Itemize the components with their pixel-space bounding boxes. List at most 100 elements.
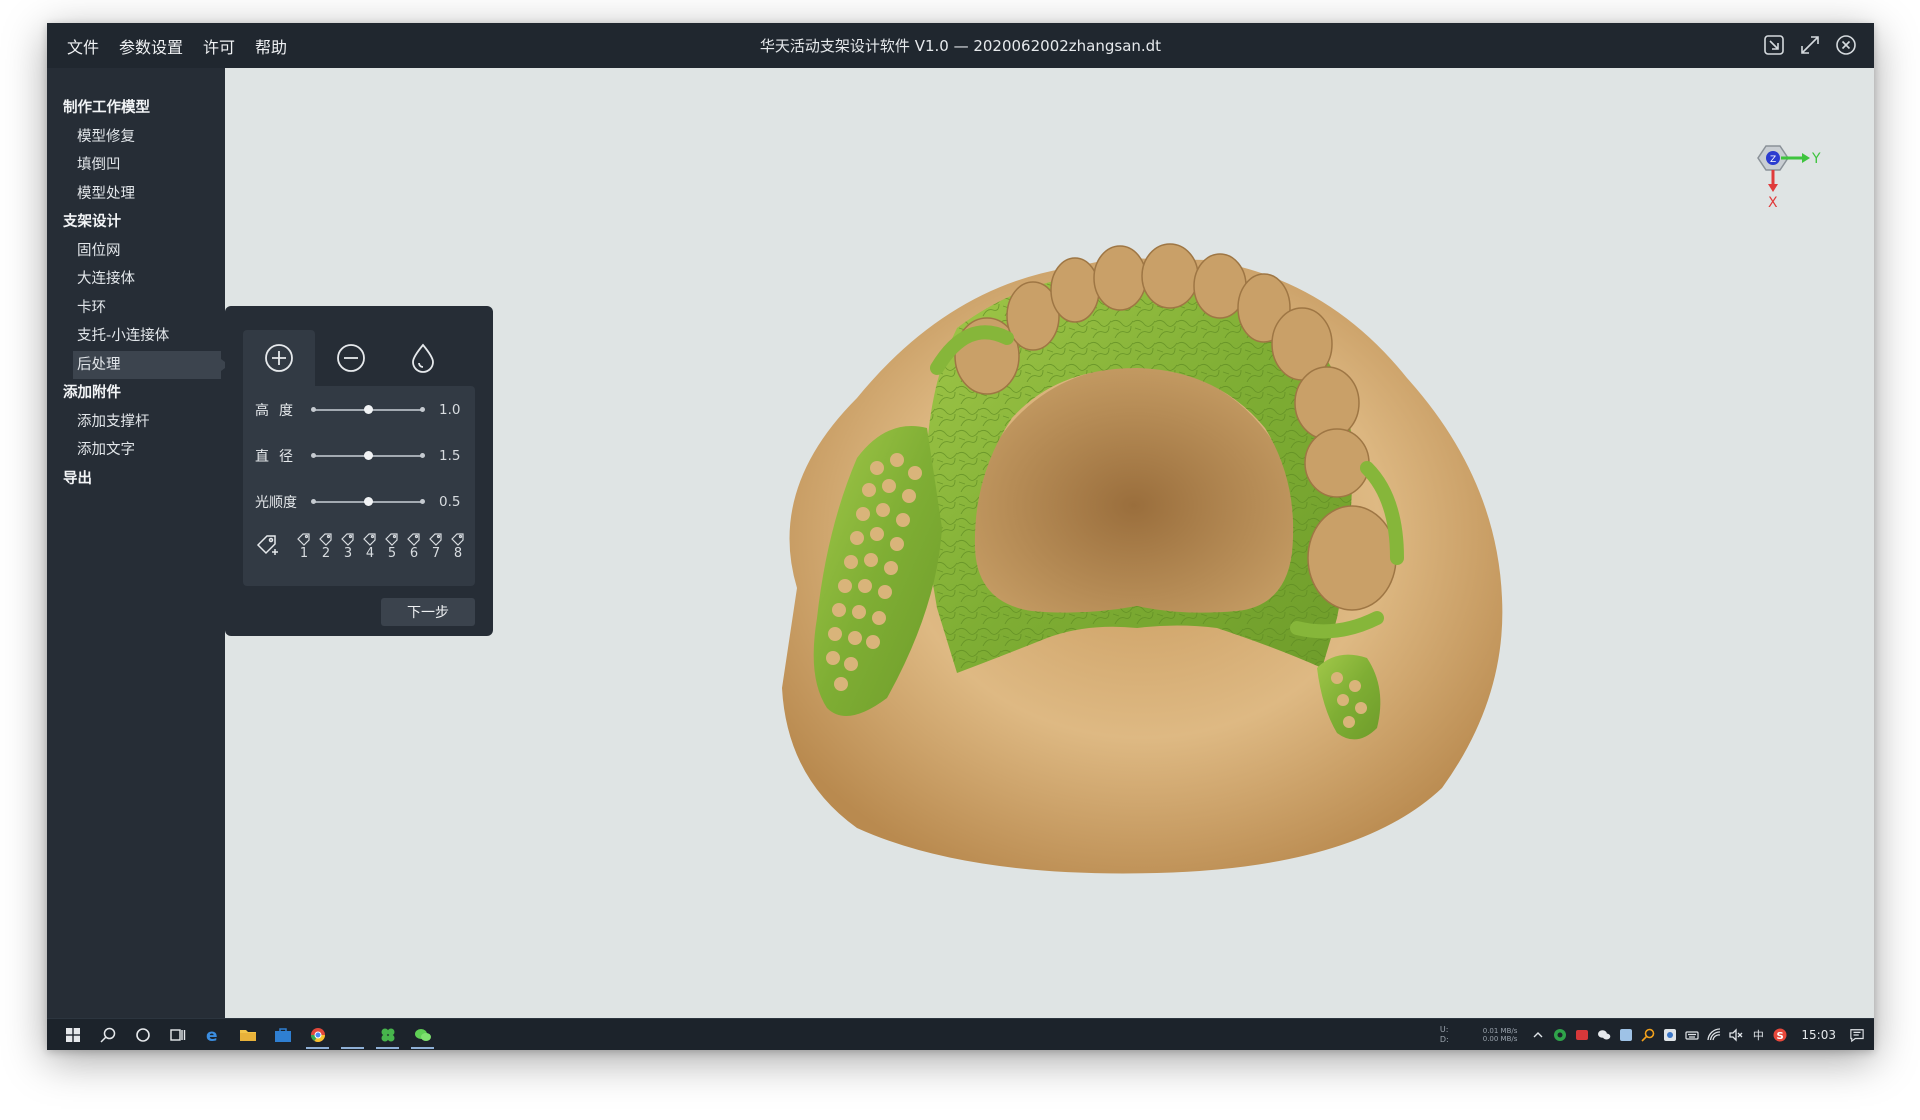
post-processing-panel: 高度 1.0 直径 1.5 光顺度 0.5 1 2 3 4 5 6 7 8 下一… [225,306,493,636]
dental-model[interactable] [737,228,1547,888]
chrome-icon [310,1027,325,1042]
sidebar-item-post-processing[interactable]: 后处理 [73,350,229,379]
tag-5[interactable]: 5 [381,532,403,561]
red-app-tray-icon [1576,1030,1589,1040]
sidebar-item-clasp[interactable]: 卡环 [47,294,225,323]
maximize-button[interactable] [1796,31,1824,59]
tag-2[interactable]: 2 [315,532,337,561]
sidebar-group-attachments[interactable]: 添加附件 [47,379,225,408]
tag-8-label: 8 [453,546,463,561]
net-down-value: 0.00 MB/s [1482,1035,1518,1043]
square-tray-icon [1620,1029,1633,1041]
diameter-slider-knob[interactable] [363,451,373,460]
diameter-slider[interactable] [311,451,425,460]
net-down-label: D: [1439,1035,1449,1044]
store-icon [274,1027,291,1042]
network-speed: 0.01 MB/s 0.00 MB/s [1483,1027,1518,1043]
taskbar-clover-app[interactable] [370,1020,405,1050]
next-step-button[interactable]: 下一步 [381,598,475,626]
taskbar-wechat[interactable] [405,1020,440,1050]
taskbar-app-dental[interactable] [335,1020,370,1050]
tray-wechat[interactable] [1597,1028,1611,1042]
taskbar-edge[interactable]: e [195,1020,230,1050]
chevron-up-icon [1533,1032,1543,1038]
menu-file[interactable]: 文件 [67,34,99,58]
tray-app-1[interactable] [1553,1028,1567,1042]
taskbar-mail[interactable] [265,1020,300,1050]
net-up-label: U: [1439,1025,1449,1034]
smoothness-slider-knob[interactable] [363,497,373,506]
tag-7[interactable]: 7 [425,532,447,561]
action-center-button[interactable] [1850,1028,1864,1043]
height-slider-knob[interactable] [363,405,373,414]
sidebar-item-rest-minor-connector[interactable]: 支托-小连接体 [47,322,225,351]
close-button[interactable] [1832,31,1860,59]
sidebar-item-model-processing[interactable]: 模型处理 [47,180,225,209]
sidebar-item-retention-mesh[interactable]: 固位网 [47,237,225,266]
sogou-ime-icon: S [1773,1028,1787,1042]
axis-gizmo[interactable]: Z Y X [1744,138,1824,213]
tray-sogou[interactable]: S [1773,1028,1787,1042]
tag-7-label: 7 [431,546,441,561]
param-diameter-label: 直径 [255,449,303,465]
tray-keyboard[interactable] [1685,1028,1700,1042]
menu-license[interactable]: 许可 [203,34,235,58]
sidebar-item-add-text[interactable]: 添加文字 [47,436,225,465]
tag-3[interactable]: 3 [337,532,359,561]
add-tag-button[interactable] [255,532,285,562]
param-height-value: 1.0 [439,402,461,418]
menu-settings[interactable]: 参数设置 [119,34,183,58]
tag-1-label: 1 [299,546,309,561]
info-tray-icon [1664,1029,1677,1041]
search-icon [99,1027,115,1043]
tool-smooth-tab[interactable] [387,330,459,386]
taskbar-chrome[interactable] [300,1020,335,1050]
param-smoothness: 光顺度 0.5 [255,492,467,512]
sidebar-group-framework-design[interactable]: 支架设计 [47,208,225,237]
tag-1[interactable]: 1 [293,532,315,561]
smoothness-slider[interactable] [311,497,425,506]
param-diameter-value: 1.5 [439,448,461,464]
tag-6[interactable]: 6 [403,532,425,561]
tool-subtract-tab[interactable] [315,330,387,386]
sidebar-item-fill-undercut[interactable]: 填倒凹 [47,151,225,180]
height-slider[interactable] [311,405,425,414]
tray-search[interactable] [1641,1028,1655,1042]
sidebar: 制作工作模型 模型修复 填倒凹 模型处理 支架设计 固位网 大连接体 卡环 支托… [47,68,229,1018]
sidebar-item-model-repair[interactable]: 模型修复 [47,123,225,152]
param-height-label: 高度 [255,403,303,419]
taskbar-clock[interactable]: 15:03 [1801,1028,1836,1042]
tag-8[interactable]: 8 [447,532,469,561]
start-button[interactable] [55,1020,90,1050]
axis-z-label: Z [1770,155,1776,165]
taskbar-cortana[interactable] [125,1020,160,1050]
sidebar-group-export[interactable]: 导出 [47,465,225,494]
tray-app-3[interactable] [1619,1028,1633,1042]
tray-wifi[interactable] [1707,1028,1721,1042]
sidebar-item-add-support-bar[interactable]: 添加支撑杆 [47,408,225,437]
taskbar-task-view[interactable] [160,1020,195,1050]
tag-4[interactable]: 4 [359,532,381,561]
notification-icon [1850,1029,1864,1043]
taskbar-search[interactable] [90,1020,125,1050]
sidebar-item-major-connector[interactable]: 大连接体 [47,265,225,294]
svg-text:e: e [206,1026,218,1044]
minimize-button[interactable] [1760,31,1788,59]
tray-volume[interactable] [1729,1028,1743,1042]
taskbar-explorer[interactable] [230,1020,265,1050]
tray-app-2[interactable] [1575,1028,1589,1042]
tray-expand[interactable] [1531,1028,1545,1042]
sidebar-group-working-model[interactable]: 制作工作模型 [47,94,225,123]
volume-muted-icon [1729,1028,1743,1042]
net-up-value: 0.01 MB/s [1482,1027,1518,1035]
tag-icon [451,533,464,546]
keyboard-icon [1685,1031,1700,1040]
tag-icon [407,533,420,546]
ime-indicator[interactable]: 中 [1751,1028,1765,1042]
menu-bar: 文件 参数设置 许可 帮助 [47,23,307,68]
tray-app-4[interactable] [1663,1028,1677,1042]
smooth-drop-icon [412,343,434,373]
tool-add-tab[interactable] [243,330,315,386]
menu-help[interactable]: 帮助 [255,34,287,58]
subtract-icon [337,344,365,372]
